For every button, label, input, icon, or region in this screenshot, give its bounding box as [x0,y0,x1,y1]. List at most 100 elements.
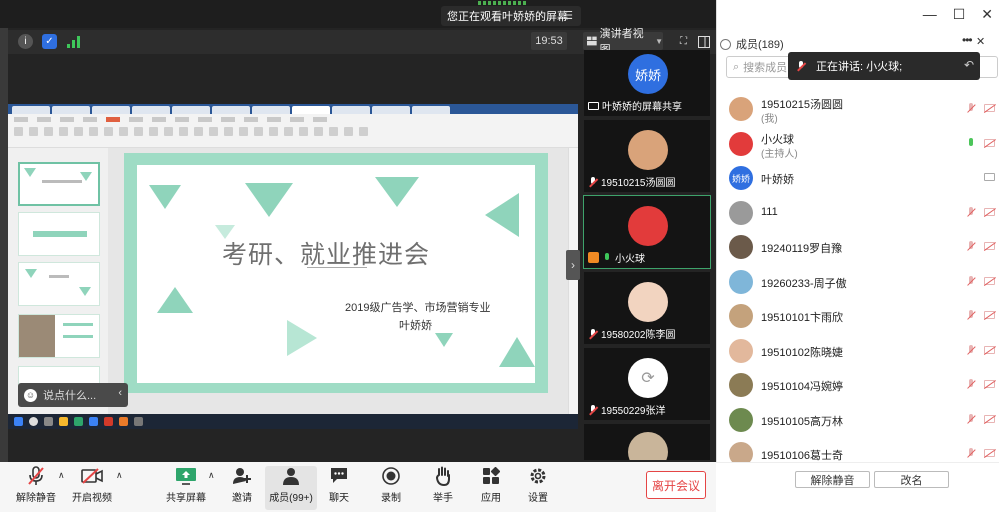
mic-on-icon[interactable] [966,137,976,149]
member-name: 111 [761,205,778,218]
mic-muted-icon[interactable] [966,344,976,356]
collapse-video-strip-button[interactable]: › [566,250,580,280]
raise-hand-icon [432,466,454,486]
video-off-icon[interactable] [984,414,995,423]
search-input-edge [980,56,998,78]
video-tile-name: 19550229张洋 [601,406,666,417]
mic-muted-icon[interactable] [966,413,976,425]
members-button[interactable]: 成员(99+) [265,466,317,510]
video-tile-active-speaker[interactable]: 小火球 [583,195,711,269]
video-tile[interactable]: ⟳ 19550229张洋 [584,348,710,420]
video-tile[interactable] [584,424,710,460]
mic-muted-icon[interactable] [966,103,976,114]
chevron-up-icon[interactable]: ∧ [208,470,215,481]
share-screen-button[interactable]: 共享屏幕 [160,466,212,510]
video-off-icon[interactable] [984,449,995,457]
close-icon[interactable]: ✕ [981,6,993,23]
mic-muted-icon[interactable] [966,241,976,252]
video-tile[interactable]: 19510215汤圆圆 [584,120,710,192]
mic-muted-icon [796,61,806,71]
video-tile[interactable]: 19580202陈李圆 [584,272,710,344]
mic-muted-icon[interactable] [966,448,976,459]
member-row[interactable]: 19510215汤圆圆 (我) [716,92,999,126]
members-panel-header: 成员(189) [720,36,784,52]
mic-on-icon [602,252,612,263]
avatar [729,373,753,397]
slide-thumb-1 [18,162,100,206]
leave-meeting-button[interactable]: 离开会议 [646,471,706,499]
member-row[interactable]: 娇娇 叶娇娇 [716,161,999,195]
settings-button[interactable]: 设置 [512,466,564,510]
mic-muted-icon[interactable] [966,206,976,218]
invite-icon [231,466,253,486]
undo-icon[interactable]: ↶ [964,58,974,72]
shared-browser-tabs [8,104,578,114]
video-off-icon[interactable] [984,242,995,250]
member-name: 19260233-周子傲 [761,277,847,290]
close-panel-icon[interactable]: ✕ [976,35,985,48]
chevron-left-icon[interactable]: ‹ [118,387,122,399]
member-row[interactable]: 19240119罗自豫 [716,230,999,264]
banner-menu-icon[interactable]: ☰ [563,9,573,22]
invite-button[interactable]: 邀请 [216,466,268,510]
video-off-icon[interactable] [984,276,995,285]
member-row[interactable]: 19510104冯婉婷 [716,368,999,402]
emoji-icon[interactable]: ☺ [24,388,37,402]
apps-button[interactable]: 应用 [465,466,517,510]
video-off-icon[interactable] [984,311,995,319]
avatar: 娇娇 [628,54,668,94]
member-name: 19510105高万林 [761,415,843,428]
minimize-icon[interactable]: — [923,6,937,23]
slide-divider [307,267,367,268]
rename-button[interactable]: 改名 [874,471,949,488]
unmute-all-button[interactable]: 解除静音 [795,471,870,488]
sharing-banner[interactable]: 您正在观看叶娇娇的屏幕 ☰ [441,6,581,26]
member-row[interactable]: 19510101卞雨欣 [716,299,999,333]
video-tile-screen-share[interactable]: 娇娇 叶娇娇的屏幕共享 [584,50,710,116]
signal-strength-icon[interactable] [66,34,81,49]
video-off-icon [81,466,103,486]
member-row[interactable]: 19260233-周子傲 [716,265,999,299]
slide-thumb-4 [18,314,100,358]
start-video-button[interactable]: 开启视频 [66,466,118,510]
mic-muted-icon[interactable] [966,275,976,287]
fullscreen-icon[interactable]: ⛶ [676,34,691,49]
speaker-view-dropdown[interactable]: 演讲者视图 ▼ [583,28,663,56]
share-screen-icon [175,466,197,486]
security-shield-icon[interactable]: ✓ [42,34,57,49]
avatar [729,200,753,225]
chat-quick-input[interactable]: ☺ 说点什么... ‹ [18,383,128,407]
record-button[interactable]: 录制 [365,466,417,510]
member-row[interactable]: 19510105高万林 [716,403,999,437]
unmute-button[interactable]: 解除静音 [10,466,62,510]
member-search-input[interactable]: ⌕ 搜索成员 [726,56,796,78]
info-icon[interactable]: i [18,34,33,49]
chevron-up-icon[interactable]: ∧ [116,470,123,481]
loading-icon: ⟳ [628,358,668,398]
maximize-icon[interactable]: ☐ [953,6,966,23]
mic-muted-icon [588,176,598,187]
screen-share-icon [588,101,599,110]
video-off-icon[interactable] [984,345,995,354]
avatar [729,304,753,328]
presentation-ribbon [8,114,578,148]
video-off-icon[interactable] [984,380,995,388]
member-name: 19510101卞雨欣 [761,312,843,324]
member-row[interactable]: 111 [716,196,999,230]
more-options-icon[interactable]: ••• [962,33,973,47]
screen-share-icon[interactable] [984,173,995,181]
unmute-label: 解除静音 [16,493,56,504]
video-off-icon[interactable] [984,207,995,216]
video-off-icon[interactable] [984,104,995,112]
video-off-icon[interactable] [984,138,995,147]
chat-icon [328,466,350,486]
member-row[interactable]: 小火球 (主持人) [716,127,999,161]
chat-button[interactable]: 聊天 [313,466,365,510]
left-gutter [0,28,8,512]
mic-muted-icon[interactable] [966,310,976,321]
member-row[interactable]: 19510102陈晓婕 [716,334,999,368]
mic-muted-icon[interactable] [966,379,976,390]
chevron-up-icon[interactable]: ∧ [58,470,65,481]
raise-hand-button[interactable]: 举手 [417,466,469,510]
layout-toggle-icon[interactable] [696,34,711,49]
